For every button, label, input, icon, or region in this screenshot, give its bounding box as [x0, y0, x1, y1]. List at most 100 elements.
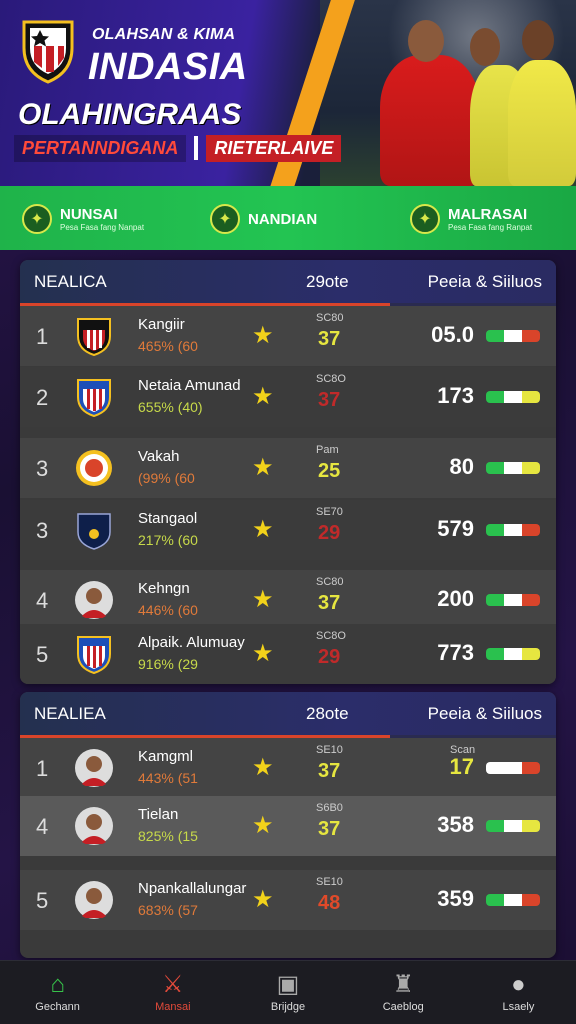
- nav-label: Brijdge: [270, 1000, 306, 1013]
- nav-item-matches[interactable]: ⚔ Mansai: [115, 961, 230, 1024]
- rank-number: 5: [36, 642, 49, 667]
- hero-pill[interactable]: PERTANNDIGANA RIETERLAIVE: [14, 134, 342, 162]
- team-name: Netaia Amunad: [138, 377, 241, 394]
- form-flag-icon: [486, 391, 540, 403]
- league-item-subtitle: Pesa Fasa fang Ranpat: [448, 223, 533, 232]
- column-header-score[interactable]: 28ote: [306, 704, 349, 724]
- nav-item-catalog[interactable]: ♜ Caeblog: [346, 961, 461, 1024]
- star-icon[interactable]: ★: [252, 885, 274, 914]
- team-badge-icon: [76, 450, 112, 486]
- column-header-stats[interactable]: Peeia & Siiluos: [428, 272, 542, 292]
- nav-item-home[interactable]: ⌂ Gechann: [0, 961, 115, 1024]
- table-row[interactable]: 3 Stangaol 217% (60 ★ SE70 29 579: [20, 500, 556, 560]
- rank-number: 4: [36, 588, 49, 613]
- league-item-title: NANDIAN: [248, 210, 318, 228]
- panel-header: NEALICA 29ote Peeia & Siiluos: [20, 260, 556, 306]
- score-label: SC8O: [316, 373, 346, 385]
- team-percent: 825% (15: [138, 828, 198, 844]
- league-item-subtitle: Pesa Fasa fang Nanpat: [60, 223, 145, 232]
- score-label: S6B0: [316, 802, 343, 814]
- player-figure: [508, 60, 576, 186]
- home-icon: ⌂: [50, 970, 65, 998]
- rank-number: 4: [36, 814, 49, 839]
- team-name: Npankallalungar: [138, 880, 247, 897]
- nav-label: Caeblog: [382, 1000, 424, 1013]
- league-item[interactable]: ✦ MALRASAI Pesa Fasa fang Ranpat: [410, 204, 532, 234]
- star-icon[interactable]: ★: [252, 515, 274, 544]
- star-icon[interactable]: ★: [252, 753, 274, 782]
- table-row[interactable]: 1 Kangiir 465% (60 ★ SC80 37 05.0: [20, 306, 556, 366]
- hero-pill-left: PERTANNDIGANA: [14, 134, 187, 162]
- team-percent: 683% (57: [138, 902, 198, 918]
- column-header-team[interactable]: NEALIEA: [34, 704, 106, 724]
- team-name: Vakah: [138, 448, 180, 465]
- team-name: Stangaol: [138, 510, 198, 527]
- table-row[interactable]: 5 Npankallalungar 683% (57 ★ SE10 48 359: [20, 870, 556, 930]
- team-name: Alpaik. Alumuay: [138, 634, 245, 651]
- league-item[interactable]: ✦ NANDIAN: [210, 204, 317, 234]
- stat-value: 05.0: [431, 322, 474, 347]
- table-row[interactable]: 1 Kamgml 443% (51 ★ SE10 37 Scan 17: [20, 738, 556, 798]
- stat-value: 17: [449, 754, 474, 779]
- team-crest-icon: [77, 318, 111, 356]
- player-avatar-icon: [75, 581, 113, 619]
- shield-icon: ✦: [210, 204, 240, 234]
- player-head: [408, 20, 444, 62]
- table-row[interactable]: 4 Kehngn 446% (60 ★ SC80 37 200: [20, 570, 556, 630]
- table-row[interactable]: 2 Netaia Amunad 655% (40) ★ SC8O 37 173: [20, 367, 556, 427]
- stat-value: 773: [437, 640, 474, 665]
- hero-pill-right: RIETERLAIVE: [206, 134, 342, 162]
- nav-item-bridge[interactable]: ▣ Brijdge: [230, 961, 345, 1024]
- table-row[interactable]: 4 Tielan 825% (15 ★ S6B0 37 358: [20, 796, 556, 856]
- form-flag-icon: [486, 648, 540, 660]
- divider: [194, 136, 199, 160]
- score-label: SC8O: [316, 630, 346, 642]
- nav-item-profile[interactable]: ● Lsaely: [461, 961, 576, 1024]
- stat-value: 359: [437, 886, 474, 911]
- rank-number: 3: [36, 456, 49, 481]
- form-flag-icon: [486, 820, 540, 832]
- column-header-score[interactable]: 29ote: [306, 272, 349, 292]
- score-value: 48: [318, 892, 341, 914]
- bottom-nav: ⌂ Gechann ⚔ Mansai ▣ Brijdge ♜ Caeblog ●…: [0, 960, 576, 1024]
- stat-value: 358: [437, 812, 474, 837]
- stat-value: 173: [437, 383, 474, 408]
- star-icon[interactable]: ★: [252, 453, 274, 482]
- team-name: Kamgml: [138, 748, 194, 765]
- team-name: Kehngn: [138, 580, 190, 597]
- star-icon[interactable]: ★: [252, 585, 274, 614]
- stat-value: 80: [449, 454, 474, 479]
- table-row[interactable]: 3 Vakah (99% (60 ★ Pam 25 80: [20, 438, 556, 498]
- form-flag-icon: [486, 330, 540, 342]
- player-figure: [380, 55, 480, 186]
- user-icon: ●: [511, 970, 526, 998]
- team-crest-icon: [77, 379, 111, 417]
- player-avatar-icon: [75, 881, 113, 919]
- table-row[interactable]: 5 Alpaik. Alumuay 916% (29 ★ SC8O 29 773: [20, 624, 556, 684]
- nav-label: Gechann: [35, 1000, 80, 1013]
- team-crest-icon: [77, 636, 111, 674]
- league-item[interactable]: ✦ NUNSAI Pesa Fasa fang Nanpat: [22, 204, 144, 234]
- rank-number: 1: [36, 324, 49, 349]
- score-value: 37: [318, 818, 341, 840]
- score-label: SE10: [316, 744, 343, 756]
- star-icon[interactable]: ★: [252, 639, 274, 668]
- star-icon[interactable]: ★: [252, 321, 274, 350]
- hero-title: INDASIA: [88, 46, 248, 88]
- score-value: 25: [318, 460, 341, 482]
- team-name: Tielan: [138, 806, 179, 823]
- star-icon[interactable]: ★: [252, 382, 274, 411]
- player-avatar-icon: [75, 807, 113, 845]
- team-percent: (99% (60: [138, 470, 195, 486]
- nav-label: Mansai: [155, 1000, 191, 1013]
- standings-panel: NEALICA 29ote Peeia & Siiluos 1 Kangiir …: [20, 260, 556, 684]
- rank-number: 3: [36, 518, 49, 543]
- team-badge-icon: [77, 513, 111, 550]
- column-header-stats[interactable]: Peeia & Siiluos: [428, 704, 542, 724]
- player-avatar-icon: [75, 749, 113, 787]
- standings-panel: NEALIEA 28ote Peeia & Siiluos 1 Kamgml 4…: [20, 692, 556, 958]
- shield-icon: ✦: [410, 204, 440, 234]
- score-value: 29: [318, 522, 341, 544]
- star-icon[interactable]: ★: [252, 811, 274, 840]
- column-header-team[interactable]: NEALICA: [34, 272, 107, 292]
